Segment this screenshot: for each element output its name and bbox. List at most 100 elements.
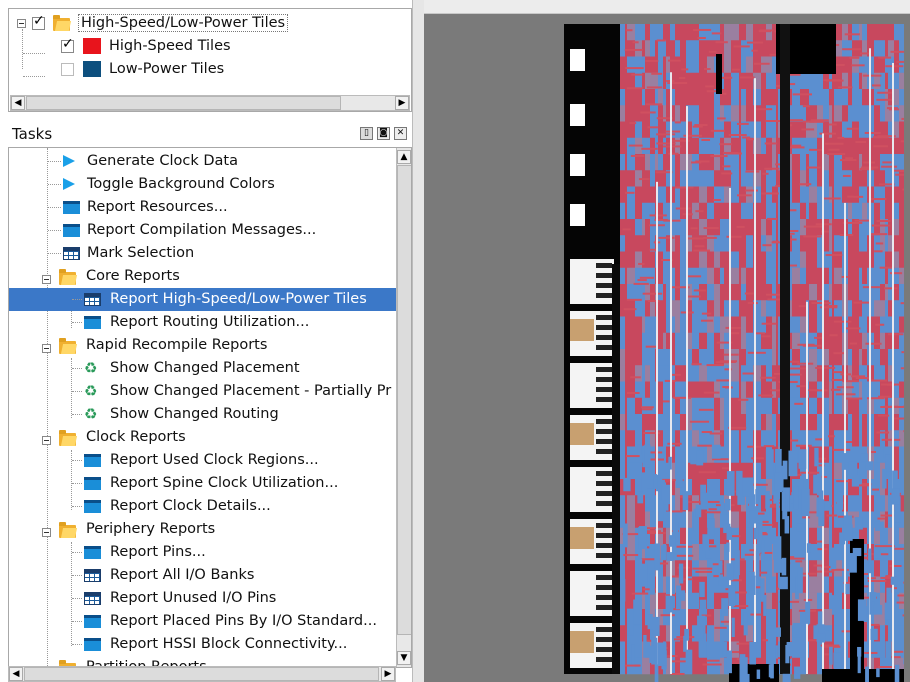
io-pin [596,367,612,372]
task-label: Report HSSI Block Connectivity... [110,636,348,652]
task-row[interactable]: Toggle Background Colors [9,173,397,196]
legend-group-checkbox[interactable] [32,13,45,30]
task-row[interactable]: ♻ Show Changed Placement [9,357,397,380]
task-row[interactable]: Report Spine Clock Utilization... [9,472,397,495]
tree-line [23,76,45,77]
task-label: Clock Reports [86,429,186,445]
tree-line [48,184,61,185]
high-speed-label: High-Speed Tiles [109,38,231,54]
scroll-left-arrow-icon[interactable]: ◀ [11,96,25,110]
close-icon[interactable]: ✕ [394,127,407,140]
collapse-icon[interactable] [42,275,51,284]
task-row[interactable]: Report Clock Details... [9,495,397,518]
task-row[interactable]: Report Unused I/O Pins [9,587,397,610]
task-row[interactable]: Core Reports [9,265,397,288]
io-block [570,104,585,126]
legend-item-high-speed[interactable]: High-Speed Tiles [61,35,231,57]
task-label: Report Compilation Messages... [87,222,317,238]
folder-icon [53,14,70,31]
collapse-icon[interactable] [42,528,51,537]
task-row[interactable]: Periphery Reports [9,518,397,541]
io-pin [596,523,612,528]
chip-planner-view[interactable] [424,14,910,682]
io-pin [596,273,612,278]
tasks-horizontal-scrollbar[interactable]: ◀ ▶ [8,666,396,682]
task-row[interactable]: ♻ Show Changed Routing [9,403,397,426]
splitter[interactable] [412,0,424,682]
task-label: Mark Selection [87,245,195,261]
task-label: Report Routing Utilization... [110,314,310,330]
task-row[interactable]: Report Compilation Messages... [9,219,397,242]
io-block [570,49,585,71]
task-row[interactable]: Report High-Speed/Low-Power Tiles [9,288,397,311]
scrollbar-thumb[interactable] [26,96,341,110]
task-label: Report Placed Pins By I/O Standard... [110,613,377,629]
table-icon [84,293,101,306]
tree-line [48,230,61,231]
collapse-icon[interactable] [42,436,51,445]
task-row[interactable]: Rapid Recompile Reports [9,334,397,357]
task-label: Core Reports [86,268,180,284]
task-row[interactable]: Generate Clock Data [9,150,397,173]
report-icon [84,454,101,467]
task-row[interactable]: ♻ Show Changed Placement - Partially Pr [9,380,397,403]
scrollbar-thumb[interactable] [397,165,411,635]
io-pin [596,439,612,444]
io-bank-tan [570,631,594,653]
report-icon [84,316,101,329]
io-pin [596,315,612,320]
task-row[interactable]: Report Used Clock Regions... [9,449,397,472]
scroll-up-arrow-icon[interactable]: ▲ [397,150,411,164]
task-row[interactable]: Mark Selection [9,242,397,265]
task-row[interactable]: Report Placed Pins By I/O Standard... [9,610,397,633]
tree-line [72,368,82,369]
chip-floorplan[interactable] [424,14,910,682]
tasks-vertical-scrollbar[interactable]: ▲ ▼ [396,148,411,667]
task-row[interactable]: Report Routing Utilization... [9,311,397,334]
task-row[interactable]: Report Resources... [9,196,397,219]
task-row[interactable]: Report All I/O Banks [9,564,397,587]
task-row[interactable]: Report HSSI Block Connectivity... [9,633,397,656]
tree-line [72,598,82,599]
task-label: Report Spine Clock Utilization... [110,475,339,491]
task-label: Periphery Reports [86,521,216,537]
report-icon [63,201,80,214]
tasks-title: Tasks [12,125,53,143]
task-row[interactable]: Clock Reports [9,426,397,449]
tree-line [48,253,61,254]
scroll-right-arrow-icon[interactable]: ▶ [381,667,395,681]
collapse-icon[interactable] [42,344,51,353]
float-icon[interactable]: ◙ [377,127,390,140]
task-row[interactable]: Report Pins... [9,541,397,564]
low-power-checkbox[interactable] [61,62,74,76]
report-icon [84,546,101,559]
task-label: Report Pins... [110,544,206,560]
scrollbar-thumb[interactable] [24,667,379,681]
io-bank-tan [570,319,594,341]
tasks-panel-header: Tasks ▯ ◙ ✕ [8,123,412,145]
collapse-icon[interactable] [17,18,26,28]
report-icon [84,638,101,651]
chip-margin [904,14,910,682]
task-label: Report Resources... [87,199,228,215]
io-pin [596,637,612,642]
scroll-down-arrow-icon[interactable]: ▼ [397,651,411,665]
task-label: Report High-Speed/Low-Power Tiles [110,291,367,307]
pin-icon[interactable]: ▯ [360,127,373,140]
play-icon [63,178,75,190]
legend-horizontal-scrollbar[interactable]: ◀ ▶ [10,95,410,111]
legend-group-row[interactable]: High-Speed/Low-Power Tiles [17,12,289,34]
io-pin [596,657,612,662]
recycle-icon: ♻ [84,405,98,423]
task-label: Show Changed Placement [110,360,300,376]
high-speed-checkbox[interactable] [61,36,74,53]
folder-icon [59,430,76,446]
io-block [570,154,585,176]
low-power-label: Low-Power Tiles [109,61,225,77]
legend-item-low-power[interactable]: Low-Power Tiles [61,58,224,80]
play-icon [63,155,75,167]
tree-line [72,552,82,553]
scroll-right-arrow-icon[interactable]: ▶ [395,96,409,110]
scroll-left-arrow-icon[interactable]: ◀ [9,667,23,681]
folder-icon [59,269,76,285]
